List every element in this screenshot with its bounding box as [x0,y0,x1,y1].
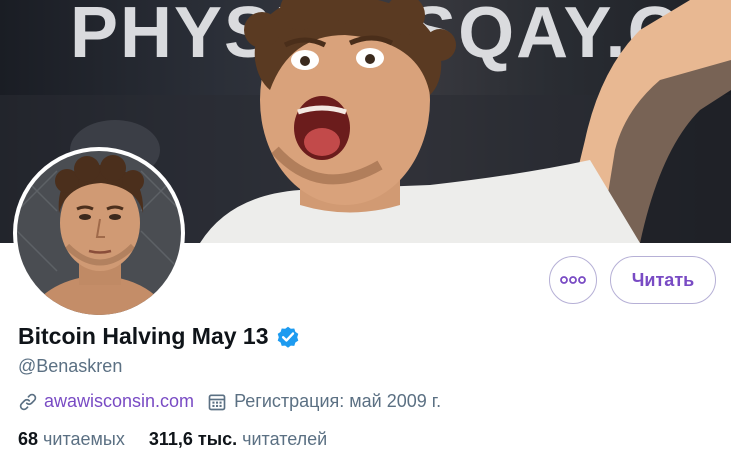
follow-button-label: Читать [631,269,695,290]
profile-name: Bitcoin Halving May 13 [18,323,269,349]
following-label: читаемых [43,429,125,449]
profile-avatar[interactable] [13,147,185,319]
followers-count: 311,6 тыс. [148,429,238,449]
follow-button[interactable]: Читать [610,256,716,304]
website-link[interactable]: awawisconsin.com [44,391,194,412]
more-dots-icon [560,276,586,284]
profile-name-row: Bitcoin Halving May 13 [18,323,301,350]
profile-meta: awawisconsin.com Регистрация: май 2009 г… [18,391,441,412]
profile-handle: @Benaskren [18,356,123,376]
calendar-icon [207,392,227,412]
followers-stat[interactable]: 311,6 тыс. читателей [149,429,327,450]
verified-badge-icon [275,324,301,350]
avatar-photo [17,151,181,315]
link-icon [19,393,37,410]
profile-stats: 68 читаемых 311,6 тыс. читателей [18,429,327,450]
more-options-button[interactable] [549,256,597,304]
following-stat[interactable]: 68 читаемых [18,429,125,450]
following-count: 68 [18,429,39,449]
join-date: Регистрация: май 2009 г. [234,391,442,411]
followers-label: читателей [242,429,328,449]
